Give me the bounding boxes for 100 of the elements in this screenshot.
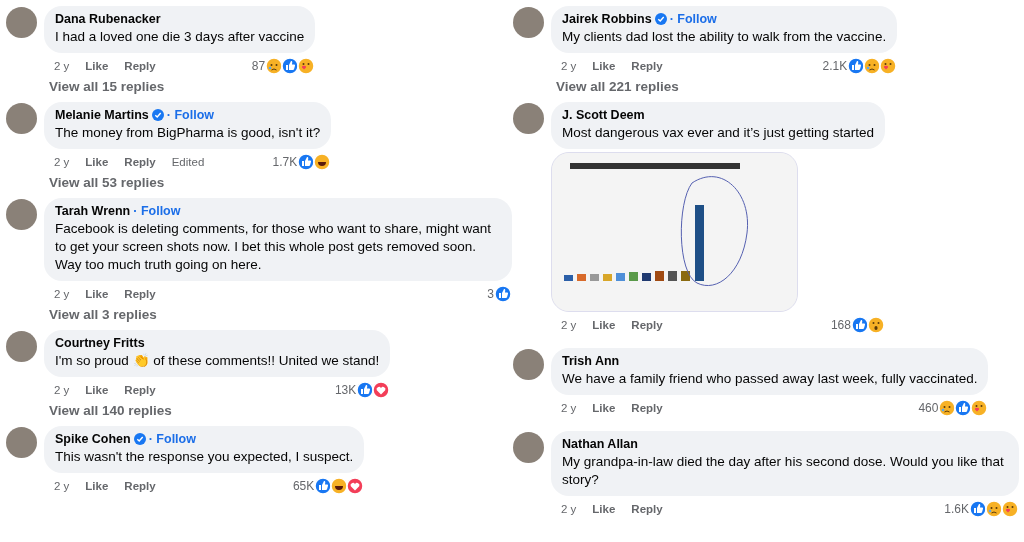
like-link[interactable]: Like — [85, 384, 109, 396]
timestamp[interactable]: 2 y — [54, 60, 70, 72]
reply-link[interactable]: Reply — [631, 60, 663, 72]
care-reaction-icon — [970, 399, 989, 417]
comment-text: I had a loved one die 3 days after vaccine — [55, 28, 305, 46]
avatar[interactable] — [513, 432, 544, 463]
like-reaction-icon — [494, 285, 512, 303]
verified-badge-icon — [151, 109, 164, 121]
avatar[interactable] — [6, 331, 37, 362]
reaction-count[interactable]: 3 — [487, 287, 494, 301]
avatar[interactable] — [6, 199, 37, 230]
author-name[interactable]: Jairek Robbins — [562, 12, 652, 26]
like-reaction-icon — [297, 153, 316, 171]
chart-bar — [616, 273, 625, 281]
reaction-count[interactable]: 65K — [292, 479, 315, 493]
author-name[interactable]: Melanie Martins — [55, 108, 149, 122]
wow-reaction-icon — [866, 316, 885, 334]
reply-link[interactable]: Reply — [631, 503, 663, 515]
comment-text: I'm so proud 👏 of these comments!! United we stand! — [55, 352, 380, 370]
reply-link[interactable]: Reply — [124, 480, 156, 492]
reaction-count[interactable]: 1.7K — [272, 155, 298, 169]
like-link[interactable]: Like — [592, 319, 616, 331]
reaction-count[interactable]: 13K — [334, 383, 357, 397]
reply-link[interactable]: Reply — [631, 319, 663, 331]
author-name[interactable]: Dana Rubenacker — [55, 12, 161, 26]
like-reaction-icon — [281, 57, 300, 75]
like-reaction-icon — [969, 500, 987, 518]
author-name[interactable]: Nathan Allan — [562, 437, 638, 451]
reaction-count[interactable]: 460 — [918, 401, 939, 415]
love-reaction-icon — [346, 477, 365, 495]
reply-link[interactable]: Reply — [124, 288, 156, 300]
sad-reaction-icon — [985, 500, 1003, 518]
verified-badge-icon — [654, 13, 667, 25]
avatar[interactable] — [6, 103, 37, 134]
like-link[interactable]: Like — [85, 288, 109, 300]
comment-text: The money from BigPharma is good, isn't it? — [55, 124, 321, 142]
like-link[interactable]: Like — [85, 60, 109, 72]
like-reaction-icon — [314, 477, 333, 495]
follow-link[interactable]: · Follow — [148, 432, 196, 446]
view-replies-link[interactable]: View all 221 replies — [556, 79, 898, 94]
reaction-count[interactable]: 168 — [830, 318, 851, 332]
like-reaction-icon — [356, 381, 375, 399]
author-name[interactable]: Spike Cohen — [55, 432, 131, 446]
reaction-count[interactable]: 87 — [251, 59, 266, 73]
avatar[interactable] — [513, 7, 544, 38]
chart-bar — [655, 271, 664, 281]
author-name[interactable]: J. Scott Deem — [562, 108, 645, 122]
timestamp[interactable]: 2 y — [561, 402, 577, 414]
chart-bar — [577, 274, 586, 281]
comment-text: Most dangerous vax ever and it’s just getting started — [562, 124, 874, 142]
view-replies-link[interactable]: View all 53 replies — [49, 175, 332, 190]
timestamp[interactable]: 2 y — [561, 503, 577, 515]
comment-text: We have a family friend who passed away last week, fully vaccinated. — [562, 370, 978, 388]
author-name[interactable]: Trish Ann — [562, 354, 620, 368]
verified-badge-icon — [133, 433, 146, 445]
comment-text: Facebook is deleting comments, for those who want to share, might want to get your screen shots now. I bet this whole post gets removed soon. Way too much truth going on here. — [55, 220, 492, 274]
reply-link[interactable]: Reply — [631, 402, 663, 414]
avatar[interactable] — [6, 427, 37, 458]
like-reaction-icon — [954, 399, 973, 417]
follow-link[interactable]: · Follow — [133, 204, 181, 218]
care-reaction-icon — [879, 57, 898, 75]
view-replies-link[interactable]: View all 140 replies — [49, 403, 391, 418]
like-reaction-icon — [850, 316, 869, 334]
follow-link[interactable]: · Follow — [166, 108, 214, 122]
sad-reaction-icon — [863, 57, 882, 75]
reply-link[interactable]: Reply — [124, 60, 156, 72]
like-link[interactable]: Like — [592, 60, 616, 72]
care-reaction-icon — [1001, 500, 1019, 518]
follow-link[interactable]: · Follow — [669, 12, 717, 26]
chart-bar — [629, 272, 638, 281]
like-link[interactable]: Like — [85, 156, 109, 168]
chart-bar — [681, 271, 690, 281]
avatar[interactable] — [513, 349, 544, 380]
view-replies-link[interactable]: View all 15 replies — [49, 79, 316, 94]
like-link[interactable]: Like — [592, 503, 616, 515]
timestamp[interactable]: 2 y — [54, 384, 70, 396]
timestamp[interactable]: 2 y — [561, 60, 577, 72]
image-frame[interactable] — [551, 152, 798, 312]
like-link[interactable]: Like — [85, 480, 109, 492]
author-name[interactable]: Courtney Fritts — [55, 336, 145, 350]
view-replies-link[interactable]: View all 3 replies — [49, 307, 512, 322]
like-link[interactable]: Like — [592, 402, 616, 414]
timestamp[interactable]: 2 y — [561, 319, 577, 331]
avatar[interactable] — [513, 103, 544, 134]
chart-bar — [603, 274, 612, 281]
timestamp[interactable]: 2 y — [54, 480, 70, 492]
reply-link[interactable]: Reply — [124, 384, 156, 396]
chart-bar — [564, 275, 573, 281]
timestamp[interactable]: 2 y — [54, 156, 70, 168]
comment-text: My clients dad lost the ability to walk from the vaccine. — [562, 28, 887, 46]
avatar[interactable] — [6, 7, 37, 38]
love-reaction-icon — [372, 381, 391, 399]
reply-link[interactable]: Reply — [124, 156, 156, 168]
author-name[interactable]: Tarah Wrenn — [55, 204, 131, 218]
reaction-count[interactable]: 2.1K — [822, 59, 848, 73]
sad-reaction-icon — [265, 57, 284, 75]
reaction-count[interactable]: 1.6K — [944, 502, 969, 516]
comment-text: This wasn't the response you expected, I suspect. — [55, 448, 354, 466]
comment-text: My grandpa-in-law died the day after his second dose. Would you like that story? — [562, 453, 1005, 489]
timestamp[interactable]: 2 y — [54, 288, 70, 300]
